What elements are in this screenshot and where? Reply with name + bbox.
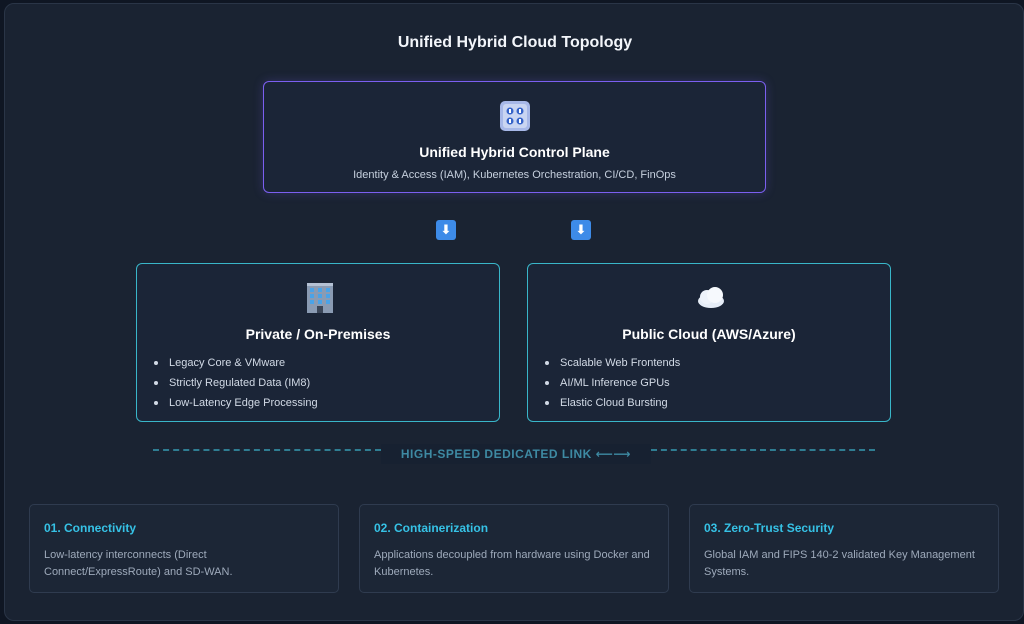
list-item: Legacy Core & VMware [153,356,318,376]
zero-trust-security-card: 03. Zero-Trust Security Global IAM and F… [689,504,999,593]
private-list: Legacy Core & VMware Strictly Regulated … [153,356,318,416]
cloud-icon [698,287,724,308]
list-item: Low-Latency Edge Processing [153,396,318,416]
dedicated-link-line-left [153,449,381,451]
card-heading: 02. Containerization [374,521,489,535]
card-heading: 03. Zero-Trust Security [704,521,835,535]
card-heading: 01. Connectivity [44,521,137,535]
private-heading: Private / On-Premises [245,326,391,342]
control-plane-subtitle: Identity & Access (IAM), Kubernetes Orch… [353,169,676,181]
dedicated-link-label: HIGH-SPEED DEDICATED LINK ⟵⟶ [381,444,651,464]
diagram-frame: Unified Hybrid Cloud Topology Unified Hy… [4,3,1024,621]
public-cloud-box: Public Cloud (AWS/Azure) Scalable Web Fr… [527,263,891,422]
list-item: Strictly Regulated Data (IM8) [153,376,318,396]
list-item: Elastic Cloud Bursting [544,396,680,416]
office-building-icon [307,283,333,313]
private-on-premises-box: Private / On-Premises Legacy Core & VMwa… [136,263,500,422]
diagram-title: Unified Hybrid Cloud Topology [397,34,633,51]
dedicated-link-line-right [651,449,875,451]
card-text: Global IAM and FIPS 140-2 validated Key … [704,549,975,578]
public-heading: Public Cloud (AWS/Azure) [622,326,796,342]
control-plane-heading: Unified Hybrid Control Plane [419,144,610,160]
control-plane-box: Unified Hybrid Control Plane Identity & … [263,81,766,193]
down-arrow-icon: ⬇ [436,220,456,240]
connectivity-card: 01. Connectivity Low-latency interconnec… [29,504,339,593]
card-text: Low-latency interconnects (Direct Connec… [44,549,233,578]
card-text: Applications decoupled from hardware usi… [374,549,650,578]
control-panel-icon [500,101,530,131]
containerization-card: 02. Containerization Applications decoup… [359,504,669,593]
down-arrow-icon: ⬇ [571,220,591,240]
list-item: AI/ML Inference GPUs [544,376,680,396]
list-item: Scalable Web Frontends [544,356,680,376]
public-list: Scalable Web Frontends AI/ML Inference G… [544,356,680,416]
